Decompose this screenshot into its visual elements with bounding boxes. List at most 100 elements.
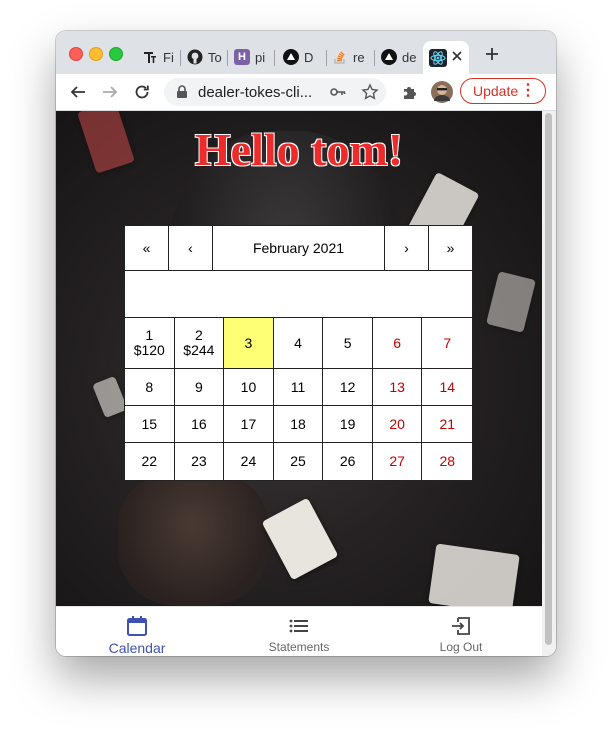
browser-tab[interactable]: D — [283, 42, 321, 72]
day-number: 25 — [290, 453, 306, 469]
nav-calendar[interactable]: Calendar — [56, 607, 218, 656]
calendar-day[interactable]: 15 — [125, 406, 175, 443]
calendar-day[interactable]: 8 — [125, 369, 175, 406]
arrow-right-icon — [103, 86, 118, 98]
calendar-day[interactable]: 25 — [274, 443, 324, 480]
calendar-day[interactable]: 27 — [373, 443, 423, 480]
day-number: 3 — [244, 334, 253, 351]
calendar-day[interactable]: 5 — [323, 318, 373, 369]
calendar-day[interactable]: 16 — [174, 406, 225, 443]
reload-button[interactable] — [130, 80, 154, 104]
close-window-button[interactable] — [69, 47, 83, 61]
calendar-day[interactable]: 23 — [175, 443, 225, 480]
browser-tab[interactable]: de — [381, 42, 419, 72]
nav-statements-label: Statements — [268, 640, 330, 654]
calendar-day[interactable]: 26 — [323, 443, 373, 480]
scrollbar-thumb[interactable] — [545, 113, 552, 645]
calendar-day[interactable]: 13 — [372, 369, 423, 406]
day-number: 20 — [389, 415, 405, 432]
more-icon: ⋮ — [520, 82, 536, 99]
hand-shape — [118, 471, 268, 606]
calendar-day[interactable]: 1 $120 — [125, 318, 175, 369]
day-number: 9 — [194, 378, 203, 395]
calendar-day[interactable]: 14 — [422, 369, 473, 406]
profile-button[interactable] — [430, 80, 454, 104]
next-year-button[interactable]: » — [429, 226, 472, 270]
password-key-button[interactable] — [326, 80, 350, 104]
react-icon — [429, 49, 447, 72]
github-icon — [187, 49, 203, 65]
calendar-day[interactable]: 10 — [224, 369, 274, 406]
day-number: 10 — [240, 378, 257, 395]
tab-separator — [326, 50, 327, 66]
calendar-week: 22 23 24 25 26 27 28 — [125, 443, 472, 480]
tab-title: de — [402, 49, 417, 65]
day-number: 2 — [194, 327, 203, 343]
maximize-window-button[interactable] — [109, 47, 123, 61]
day-amount: $244 — [183, 342, 215, 358]
day-number: 26 — [339, 453, 356, 469]
tab-title: To — [208, 49, 222, 65]
address-bar[interactable]: dealer-tokes-cli... — [164, 78, 386, 106]
day-number: 27 — [389, 453, 405, 469]
back-button[interactable] — [66, 80, 90, 104]
scrollbar[interactable] — [542, 111, 556, 656]
browser-tab[interactable]: re — [332, 42, 368, 72]
calendar-day[interactable]: 19 — [323, 406, 373, 443]
update-button[interactable]: Update ⋮ — [460, 78, 546, 104]
calendar-day[interactable]: 18 — [273, 406, 324, 443]
calendar-day[interactable]: 17 — [224, 406, 274, 443]
playing-card — [428, 543, 520, 606]
forward-button[interactable] — [98, 80, 122, 104]
day-number: 11 — [290, 378, 306, 395]
browser-tab[interactable]: H pi — [234, 42, 270, 72]
playing-card — [486, 271, 536, 333]
vercel-icon — [381, 49, 397, 65]
close-tab-icon[interactable] — [450, 49, 464, 68]
browser-tab-active[interactable] — [423, 41, 469, 74]
day-number: 12 — [339, 378, 356, 395]
calendar-day[interactable]: 7 — [422, 318, 473, 369]
calendar-day[interactable]: 9 — [174, 369, 225, 406]
minimize-window-button[interactable] — [89, 47, 103, 61]
calendar-day[interactable]: 28 — [422, 443, 472, 480]
bookmark-button[interactable] — [358, 80, 382, 104]
browser-tab[interactable]: To — [187, 42, 223, 72]
calendar-grid: 1 $120 2 $244 3 4 5 6 7 8 9 10 11 12 13 14 15 16 17 18 19 20 2… — [125, 318, 473, 480]
day-number: 4 — [294, 334, 302, 351]
browser-tab[interactable]: Fi — [142, 42, 176, 72]
prev-year-button[interactable]: « — [125, 226, 169, 270]
calendar-day[interactable]: 4 — [273, 318, 324, 369]
nav-logout[interactable]: Log Out — [380, 607, 542, 656]
tab-title: pi — [255, 49, 266, 65]
arrow-left-icon — [70, 86, 85, 98]
calendar-day[interactable]: 20 — [372, 406, 423, 443]
tab-title: re — [353, 49, 365, 65]
calendar-day[interactable]: 21 — [422, 406, 473, 443]
day-number: 1 — [145, 327, 154, 343]
extensions-button[interactable] — [398, 80, 422, 104]
tab-separator — [180, 50, 181, 66]
calendar-day[interactable]: 2 $244 — [174, 318, 225, 369]
month-label-button[interactable]: February 2021 — [213, 226, 385, 270]
day-number: 5 — [343, 334, 352, 351]
day-amount: $120 — [133, 342, 165, 358]
playing-card — [92, 375, 128, 419]
calendar-day[interactable]: 6 — [372, 318, 423, 369]
new-tab-button[interactable] — [484, 44, 500, 66]
next-month-button[interactable]: › — [385, 226, 429, 270]
tab-separator — [274, 50, 275, 66]
calendar-day[interactable]: 22 — [125, 443, 175, 480]
day-number: 14 — [439, 378, 456, 395]
calendar-day[interactable]: 11 — [273, 369, 324, 406]
calendar-day[interactable]: 12 — [323, 369, 373, 406]
calendar-day[interactable]: 3 — [224, 318, 274, 369]
star-icon — [361, 83, 379, 100]
prev-month-button[interactable]: ‹ — [169, 226, 213, 270]
day-number: 19 — [339, 415, 356, 432]
list-icon — [288, 615, 310, 637]
day-number: 21 — [439, 415, 456, 432]
calendar-day[interactable]: 24 — [224, 443, 274, 480]
day-number: 8 — [145, 378, 154, 395]
nav-statements[interactable]: Statements — [218, 607, 380, 656]
